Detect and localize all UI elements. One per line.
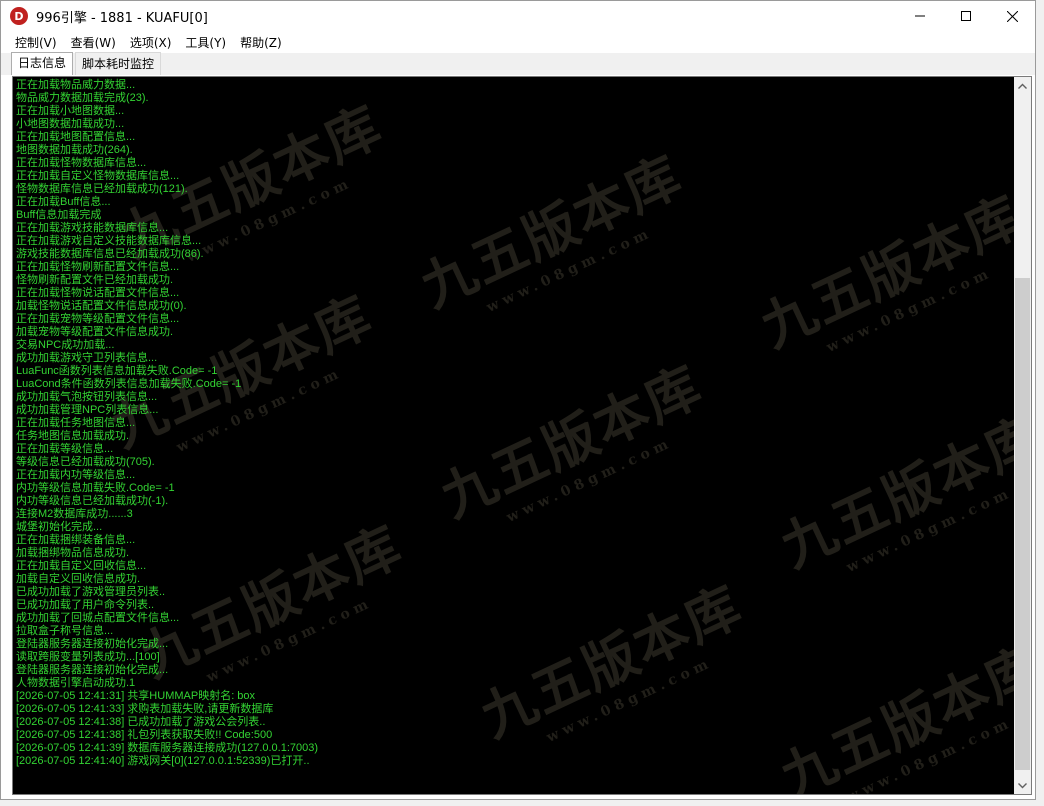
log-line: 怪物数据库信息已经加载成功(121). xyxy=(16,183,188,195)
log-line: 正在加载游戏技能数据库信息... xyxy=(16,222,169,234)
log-text-area[interactable]: 九五版本库 www.08gm.com 九五版本库 www.08gm.com 九五版本… xyxy=(13,77,1014,794)
menu-bar: 控制(V) 查看(W) 选项(X) 工具(Y) 帮助(Z) xyxy=(1,31,1035,53)
scroll-up-button[interactable] xyxy=(1014,77,1031,94)
title-bar[interactable]: D 996引擎 - 1881 - KUAFU[0] xyxy=(1,1,1035,31)
log-line: 拉取盒子称号信息... xyxy=(16,625,114,637)
log-line: 成功加载了回城点配置文件信息... xyxy=(16,612,180,624)
log-line: LuaCond条件函数列表信息加载失败.Code= -1 xyxy=(16,378,242,390)
log-line: 加载宠物等级配置文件信息成功. xyxy=(16,326,174,338)
log-line: 正在加载自定义回收信息... xyxy=(16,560,147,572)
maximize-button[interactable] xyxy=(943,1,989,31)
maximize-icon xyxy=(961,11,971,21)
log-line: [2026-07-05 12:41:39] 数据库服务器连接成功(127.0.0… xyxy=(16,742,319,754)
log-line: 正在加载宠物等级配置文件信息... xyxy=(16,313,180,325)
log-line: 正在加载等级信息... xyxy=(16,443,114,455)
app-logo-icon: D xyxy=(10,7,28,25)
log-line: 正在加载任务地图信息... xyxy=(16,417,136,429)
log-line: 游戏技能数据库信息已经加载成功(86). xyxy=(16,248,204,260)
chevron-up-icon xyxy=(1018,83,1027,89)
tab-bar: 日志信息 脚本耗时监控 xyxy=(1,52,1035,75)
log-line: 成功加载管理NPC列表信息... xyxy=(16,404,159,416)
log-line: 内功等级信息已经加载成功(-1). xyxy=(16,495,169,507)
log-line: 人物数据引擎启动成功.1 xyxy=(16,677,136,689)
close-button[interactable] xyxy=(989,1,1035,31)
log-line: 小地图数据加载成功... xyxy=(16,118,125,130)
log-line: 正在加载内功等级信息... xyxy=(16,469,136,481)
log-line: 连接M2数据库成功......3 xyxy=(16,508,133,520)
log-line: 等级信息已经加载成功(705). xyxy=(16,456,155,468)
window-controls xyxy=(897,1,1035,31)
scroll-down-button[interactable] xyxy=(1014,777,1031,794)
log-line: 正在加载怪物数据库信息... xyxy=(16,157,147,169)
tab-log-info[interactable]: 日志信息 xyxy=(11,52,74,75)
log-line: 正在加载自定义怪物数据库信息... xyxy=(16,170,180,182)
log-line: 城堡初始化完成... xyxy=(16,521,103,533)
vertical-scrollbar[interactable] xyxy=(1014,77,1031,794)
menu-view[interactable]: 查看(W) xyxy=(64,34,123,51)
log-line: 怪物刷新配置文件已经加载成功. xyxy=(16,274,174,286)
log-panel: 九五版本库 www.08gm.com 九五版本库 www.08gm.com 九五版本… xyxy=(12,76,1032,795)
log-lines: 正在加载物品威力数据... 物品威力数据加载完成(23). 正在加载小地图数据...… xyxy=(16,79,1011,768)
log-line: LuaFunc函数列表信息加载失败.Code= -1 xyxy=(16,365,218,377)
log-line: 成功加载气泡按钮列表信息... xyxy=(16,391,158,403)
tab-script-timing-monitor[interactable]: 脚本耗时监控 xyxy=(75,52,162,75)
chevron-down-icon xyxy=(1018,782,1027,788)
window-title: 996引擎 - 1881 - KUAFU[0] xyxy=(36,10,208,26)
log-line: 加载捆绑物品信息成功. xyxy=(16,547,130,559)
menu-help[interactable]: 帮助(Z) xyxy=(233,34,289,51)
log-line: 已成功加载了用户命令列表.. xyxy=(16,599,155,611)
log-line: Buff信息加载完成 xyxy=(16,209,102,221)
log-line: 读取跨服变量列表成功...[100] xyxy=(16,651,160,663)
menu-options[interactable]: 选项(X) xyxy=(123,34,179,51)
log-line: 登陆器服务器连接初始化完成... xyxy=(16,664,169,676)
close-icon xyxy=(1006,10,1018,22)
log-line: 已成功加载了游戏管理员列表.. xyxy=(16,586,166,598)
log-line: 正在加载游戏自定义技能数据库信息... xyxy=(16,235,202,247)
log-line: 物品威力数据加载完成(23). xyxy=(16,92,149,104)
log-line: 内功等级信息加载失败.Code= -1 xyxy=(16,482,175,494)
menu-control[interactable]: 控制(V) xyxy=(1,34,64,51)
menu-tools[interactable]: 工具(Y) xyxy=(178,34,233,51)
log-line: [2026-07-05 12:41:33] 求购表加载失败,请更新数据库 xyxy=(16,703,274,715)
log-line: [2026-07-05 12:41:38] 礼包列表获取失败!! Code:50… xyxy=(16,729,273,741)
log-line: 加载自定义回收信息成功. xyxy=(16,573,141,585)
log-line: 任务地图信息加载成功. xyxy=(16,430,130,442)
log-line: 正在加载地图配置信息... xyxy=(16,131,136,143)
main-window: D 996引擎 - 1881 - KUAFU[0] 控制(V) 查看(W) 选项… xyxy=(0,0,1036,800)
log-line: 地图数据加载成功(264). xyxy=(16,144,133,156)
log-line: [2026-07-05 12:41:40] 游戏网关[0](127.0.0.1:… xyxy=(16,755,310,767)
log-line: 正在加载Buff信息... xyxy=(16,196,111,208)
log-line: 正在加载怪物说话配置文件信息... xyxy=(16,287,180,299)
log-line: [2026-07-05 12:41:38] 已成功加载了游戏公会列表.. xyxy=(16,716,266,728)
log-line: 加载怪物说话配置文件信息成功(0). xyxy=(16,300,187,312)
log-line: 交易NPC成功加载... xyxy=(16,339,115,351)
scrollbar-thumb[interactable] xyxy=(1015,278,1030,771)
log-line: 成功加载游戏守卫列表信息... xyxy=(16,352,158,364)
minimize-button[interactable] xyxy=(897,1,943,31)
log-line: 正在加载捆绑装备信息... xyxy=(16,534,136,546)
log-line: 登陆器服务器连接初始化完成... xyxy=(16,638,169,650)
log-line: 正在加载怪物刷新配置文件信息... xyxy=(16,261,180,273)
minimize-icon xyxy=(915,15,925,17)
log-line: 正在加载小地图数据... xyxy=(16,105,125,117)
log-line: 正在加载物品威力数据... xyxy=(16,79,136,91)
log-line: [2026-07-05 12:41:31] 共享HUMMAP映射名: box xyxy=(16,690,256,702)
